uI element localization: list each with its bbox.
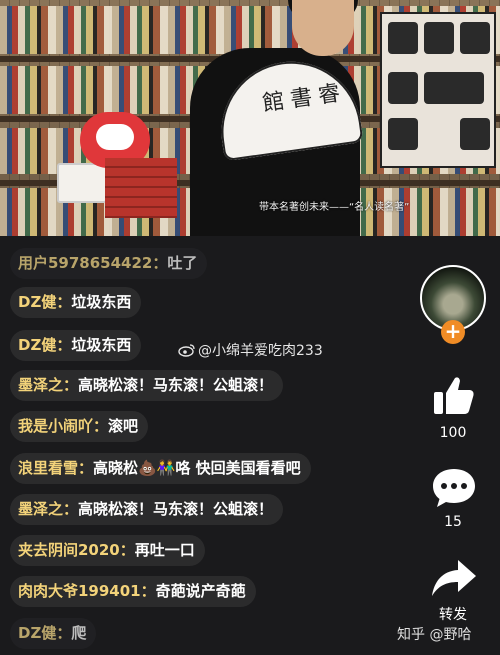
comment-text: 滚吧: [108, 417, 139, 435]
comment-text: 高晓松滚！马东滚！公蛆滚！: [78, 376, 274, 394]
comment-text: 垃圾东西: [71, 336, 132, 354]
comment-username[interactable]: 墨泽之：: [18, 500, 78, 518]
comment-username[interactable]: 用户5978654422：: [18, 254, 167, 272]
red-book-stack: [105, 158, 177, 218]
comment-username[interactable]: 浪里看雪：: [18, 459, 93, 477]
plus-icon: +: [444, 319, 462, 343]
speech-bubble-icon[interactable]: [430, 466, 478, 510]
poster-portrait: [460, 118, 490, 150]
comment-text: 爬: [71, 624, 87, 642]
weibo-icon: [178, 344, 195, 357]
comment-text: 高晓松💩👫咯 快回美国看看吧: [93, 459, 301, 477]
poster-portrait: [388, 118, 418, 150]
poster-portrait: [424, 22, 454, 54]
comment-username[interactable]: DZ健：: [18, 293, 71, 311]
thumbs-up-icon[interactable]: [430, 372, 478, 420]
event-poster: [380, 12, 496, 168]
comment-username[interactable]: DZ健：: [18, 336, 71, 354]
video-subtitle: 带本名著创未来——“名人读名著”: [259, 202, 410, 213]
comment-username[interactable]: 夹去阴间2020：: [18, 541, 135, 559]
live-comment-list[interactable]: 用户5978654422：吐了 DZ健：垃圾东西 DZ健：垃圾东西 墨泽之：高晓…: [0, 236, 410, 655]
comment-item: DZ健：垃圾东西: [10, 330, 142, 361]
follow-button[interactable]: +: [441, 320, 465, 344]
poster-portrait: [388, 72, 418, 104]
comment-item: 墨泽之：高晓松滚！马东滚！公蛆滚！: [10, 370, 284, 401]
watermark-text: @小绵羊爱吃肉233: [198, 343, 323, 359]
comment-item: DZ健：爬: [10, 618, 97, 649]
comment-count: 15: [444, 514, 462, 530]
comment-text: 奇葩说产奇葩: [155, 582, 246, 600]
comment-item: 我是小闹吖：滚吧: [10, 411, 149, 442]
comment-item: 用户5978654422：吐了: [10, 248, 208, 279]
poster-portrait: [424, 72, 484, 104]
weibo-watermark: @小绵羊爱吃肉233: [178, 340, 323, 360]
share-label: 转发: [439, 607, 467, 623]
like-count: 100: [439, 425, 467, 441]
comment-item: 夹去阴间2020：再吐一口: [10, 535, 205, 566]
poster-portrait: [460, 22, 490, 54]
comment-item: 浪里看雪：高晓松💩👫咯 快回美国看看吧: [10, 453, 311, 484]
speaker-head: [292, 0, 354, 56]
comment-item: DZ健：垃圾东西: [10, 287, 142, 318]
comment-username[interactable]: 我是小闹吖：: [18, 417, 108, 435]
comment-text: 垃圾东西: [71, 293, 132, 311]
zhihu-watermark: 知乎 @野哈: [397, 627, 472, 643]
comment-text: 吐了: [167, 254, 198, 272]
mascot-face: [96, 124, 134, 150]
poster-portrait: [388, 22, 418, 54]
comment-item: 肉肉大爷199401：奇葩说产奇葩: [10, 576, 256, 607]
comment-username[interactable]: 墨泽之：: [18, 376, 78, 394]
share-arrow-icon[interactable]: [430, 556, 478, 598]
tablet-device: [57, 163, 107, 203]
comment-username[interactable]: 肉肉大爷199401：: [18, 582, 156, 600]
video-player[interactable]: 館書睿 带本名著创未来——“名人读名著”: [0, 0, 500, 236]
comment-username[interactable]: DZ健：: [18, 624, 71, 642]
comment-text: 再吐一口: [134, 541, 195, 559]
comment-text: 高晓松滚！马东滚！公蛆滚！: [78, 500, 274, 518]
comment-item: 墨泽之：高晓松滚！马东滚！公蛆滚！: [10, 494, 284, 525]
